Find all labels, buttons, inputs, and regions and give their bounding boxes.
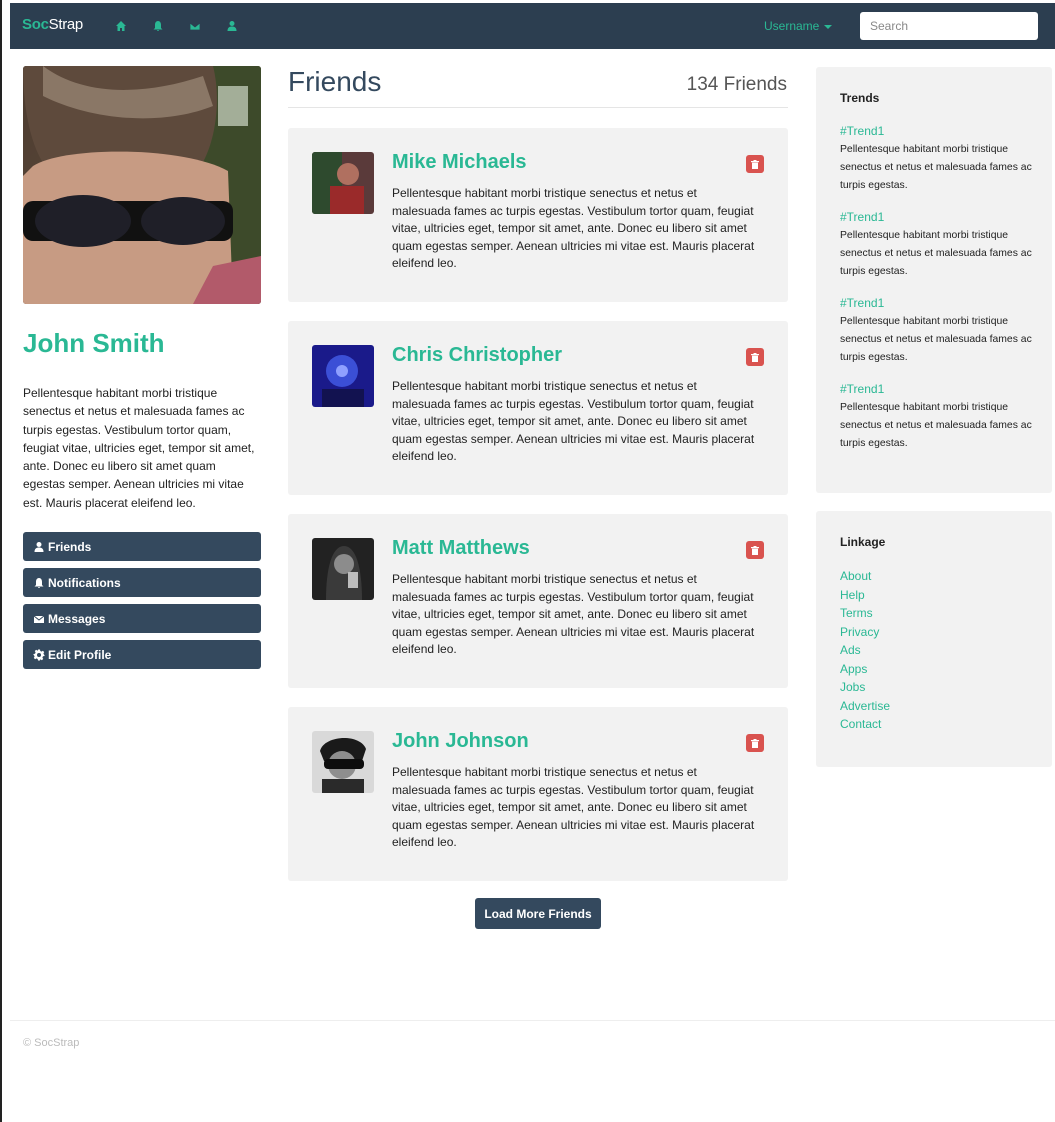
link-help[interactable]: Help [840, 586, 890, 605]
trend-item: #Trend1 Pellentesque habitant morbi tris… [840, 210, 1040, 281]
friend-name[interactable]: John Johnson [392, 730, 529, 753]
trash-icon [751, 545, 759, 555]
profile-photo [23, 66, 261, 304]
trend-tag[interactable]: #Trend1 [840, 210, 1040, 224]
bell-icon [33, 577, 45, 589]
friend-bio: Pellentesque habitant morbi tristique se… [392, 572, 755, 656]
panel-title: Linkage [840, 535, 886, 549]
avatar[interactable] [312, 345, 374, 407]
gear-icon [33, 649, 45, 661]
trend-tag[interactable]: #Trend1 [840, 382, 1040, 396]
trend-text: Pellentesque habitant morbi tristique se… [840, 144, 1032, 191]
link-advertise[interactable]: Advertise [840, 697, 890, 716]
friend-card: Mike Michaels Pellentesque habitant morb… [288, 128, 788, 302]
trend-tag[interactable]: #Trend1 [840, 124, 1040, 138]
divider [288, 107, 788, 108]
trend-tag[interactable]: #Trend1 [840, 296, 1040, 310]
trash-icon [751, 159, 759, 169]
friend-bio: Pellentesque habitant morbi tristique se… [392, 765, 755, 849]
friend-card: Chris Christopher Pellentesque habitant … [288, 321, 788, 495]
delete-button[interactable] [746, 155, 764, 173]
friends-count: 134 Friends [686, 74, 787, 95]
trend-text: Pellentesque habitant morbi tristique se… [840, 230, 1032, 277]
friend-name[interactable]: Matt Matthews [392, 537, 530, 560]
trash-icon [751, 738, 759, 748]
chevron-down-icon [824, 24, 833, 29]
notifications-button[interactable]: Notifications [23, 568, 261, 597]
edit-profile-button[interactable]: Edit Profile [23, 640, 261, 669]
trend-item: #Trend1 Pellentesque habitant morbi tris… [840, 382, 1040, 453]
user-icon[interactable] [225, 19, 239, 33]
profile-name: John Smith [23, 328, 165, 358]
trend-text: Pellentesque habitant morbi tristique se… [840, 402, 1032, 449]
link-ads[interactable]: Ads [840, 641, 890, 660]
messages-button[interactable]: Messages [23, 604, 261, 633]
profile-bio: Pellentesque habitant morbi tristique se… [23, 386, 255, 510]
top-navbar: SocStrap Username [10, 3, 1055, 49]
friend-card: John Johnson Pellentesque habitant morbi… [288, 707, 788, 881]
avatar[interactable] [312, 152, 374, 214]
trash-icon [751, 352, 759, 362]
link-jobs[interactable]: Jobs [840, 678, 890, 697]
friend-bio: Pellentesque habitant morbi tristique se… [392, 186, 755, 270]
linkage-panel: Linkage About Help Terms Privacy Ads App… [816, 511, 1052, 767]
delete-button[interactable] [746, 734, 764, 752]
envelope-icon [33, 613, 45, 625]
friends-button[interactable]: Friends [23, 532, 261, 561]
friend-card: Matt Matthews Pellentesque habitant morb… [288, 514, 788, 688]
link-apps[interactable]: Apps [840, 660, 890, 679]
username-dropdown[interactable]: Username [764, 19, 833, 33]
trends-panel: Trends #Trend1 Pellentesque habitant mor… [816, 67, 1052, 493]
friend-bio: Pellentesque habitant morbi tristique se… [392, 379, 755, 463]
envelope-icon[interactable] [188, 19, 202, 33]
panel-title: Trends [840, 91, 880, 105]
link-list: About Help Terms Privacy Ads Apps Jobs A… [840, 567, 890, 734]
user-icon [33, 541, 45, 553]
home-icon[interactable] [114, 19, 128, 33]
avatar[interactable] [312, 731, 374, 793]
avatar[interactable] [312, 538, 374, 600]
brand-logo[interactable]: SocStrap [22, 16, 83, 33]
trend-text: Pellentesque habitant morbi tristique se… [840, 316, 1032, 363]
link-terms[interactable]: Terms [840, 604, 890, 623]
divider [10, 1020, 1055, 1021]
delete-button[interactable] [746, 348, 764, 366]
friend-name[interactable]: Mike Michaels [392, 151, 527, 174]
delete-button[interactable] [746, 541, 764, 559]
trend-item: #Trend1 Pellentesque habitant morbi tris… [840, 124, 1040, 195]
bell-icon[interactable] [151, 19, 165, 33]
trend-item: #Trend1 Pellentesque habitant morbi tris… [840, 296, 1040, 367]
search-input[interactable] [860, 12, 1038, 40]
footer-copyright: © SocStrap [23, 1037, 80, 1049]
link-privacy[interactable]: Privacy [840, 623, 890, 642]
page-title: Friends [288, 66, 382, 97]
link-contact[interactable]: Contact [840, 715, 890, 734]
friend-name[interactable]: Chris Christopher [392, 344, 562, 367]
link-about[interactable]: About [840, 567, 890, 586]
load-more-button[interactable]: Load More Friends [475, 898, 601, 929]
